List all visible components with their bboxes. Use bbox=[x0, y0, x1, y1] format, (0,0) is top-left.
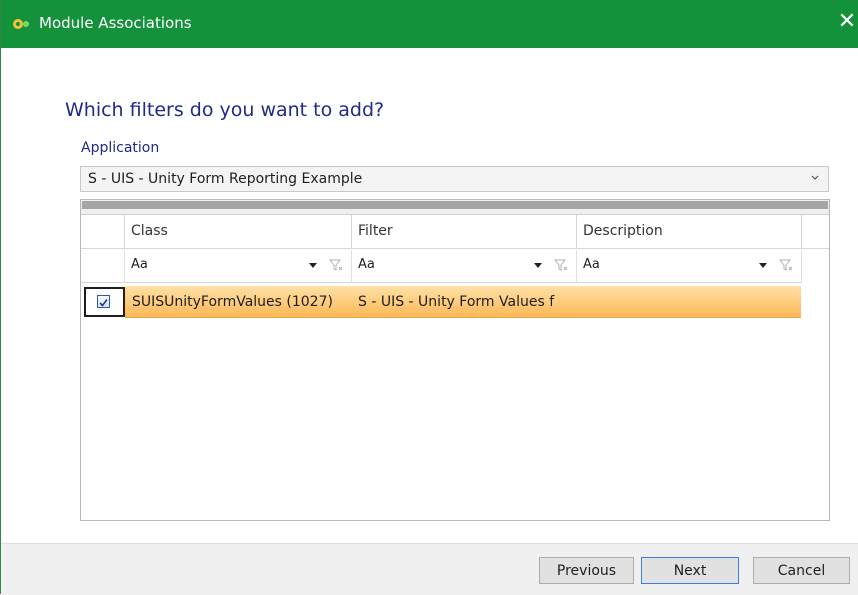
cancel-button[interactable]: Cancel bbox=[753, 557, 850, 584]
column-header-description-label: Description bbox=[583, 223, 663, 239]
column-header-spacer bbox=[802, 215, 829, 249]
row-select-cell[interactable] bbox=[84, 287, 125, 317]
filter-clear-icon[interactable] bbox=[554, 258, 568, 272]
filter-row-select bbox=[81, 250, 125, 283]
column-header-class[interactable]: Class bbox=[125, 215, 352, 249]
previous-button[interactable]: Previous bbox=[539, 557, 634, 584]
class-filter-text[interactable]: Aa bbox=[131, 257, 148, 272]
row-checkbox[interactable] bbox=[97, 295, 110, 308]
application-label: Application bbox=[81, 140, 160, 156]
column-header-filter[interactable]: Filter bbox=[352, 215, 577, 249]
column-header-filter-label: Filter bbox=[358, 223, 393, 239]
class-column-filter[interactable]: Aa bbox=[125, 250, 352, 283]
filter-clear-icon[interactable] bbox=[329, 258, 343, 272]
grid-group-panel[interactable] bbox=[81, 200, 829, 215]
filter-grid: Class Filter Description Aa Aa Aa SUISUn… bbox=[80, 199, 830, 521]
page-heading: Which filters do you want to add? bbox=[65, 99, 385, 121]
filter-filter-text[interactable]: Aa bbox=[358, 257, 375, 272]
description-column-filter[interactable]: Aa bbox=[577, 250, 802, 283]
column-header-select bbox=[81, 215, 125, 249]
checkmark-icon bbox=[99, 299, 108, 307]
gear-icon bbox=[13, 19, 29, 29]
close-icon[interactable]: ✕ bbox=[837, 10, 857, 34]
column-header-class-label: Class bbox=[131, 223, 168, 239]
chevron-down-icon bbox=[811, 175, 819, 180]
application-select[interactable]: S - UIS - Unity Form Reporting Example bbox=[80, 166, 829, 192]
description-filter-text[interactable]: Aa bbox=[583, 257, 600, 272]
chevron-down-icon[interactable] bbox=[309, 263, 317, 268]
filter-column-filter[interactable]: Aa bbox=[352, 250, 577, 283]
dialog-window: Module Associations ✕ Which filters do y… bbox=[0, 0, 858, 595]
class-cell: SUISUnityFormValues (1027) bbox=[132, 294, 333, 310]
next-button[interactable]: Next bbox=[641, 557, 739, 584]
grid-group-panel-bar bbox=[82, 201, 828, 209]
column-header-description[interactable]: Description bbox=[577, 215, 802, 249]
table-row[interactable]: SUISUnityFormValues (1027) S - UIS - Uni… bbox=[125, 286, 801, 318]
chevron-down-icon[interactable] bbox=[534, 263, 542, 268]
application-select-value: S - UIS - Unity Form Reporting Example bbox=[88, 171, 363, 187]
chevron-down-icon[interactable] bbox=[759, 263, 767, 268]
title-bar: Module Associations ✕ bbox=[1, 0, 858, 48]
filter-cell: S - UIS - Unity Form Values f bbox=[358, 294, 555, 310]
window-title: Module Associations bbox=[39, 14, 192, 32]
filter-clear-icon[interactable] bbox=[779, 258, 793, 272]
